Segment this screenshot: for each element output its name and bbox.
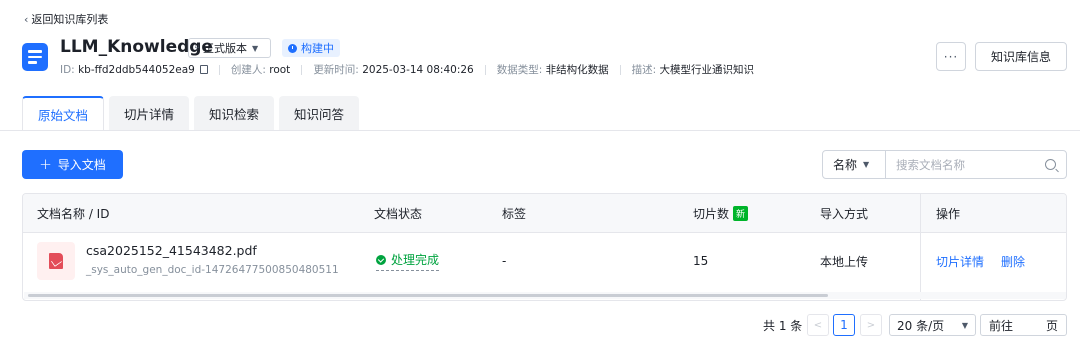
jump-wrap: 前往 页 <box>980 314 1067 336</box>
column-header-status: 文档状态 <box>374 207 423 221</box>
jump-to-page-input[interactable]: 前往 页 <box>980 314 1067 336</box>
back-link-label: 返回知识库列表 <box>31 13 109 26</box>
search-box <box>885 150 1067 179</box>
page-size-wrap: 20 条/页 ▼ <box>889 314 976 336</box>
search-field-select[interactable]: 名称 ▼ <box>822 150 886 179</box>
desc-value: 大模型行业通识知识 <box>659 64 755 76</box>
status-label: 处理完成 <box>391 253 440 267</box>
divider <box>301 64 303 75</box>
updated-label: 更新时间: <box>313 64 359 76</box>
tab-knowledge-search[interactable]: 知识检索 <box>194 96 275 130</box>
clock-icon <box>288 43 297 53</box>
new-badge: 新 <box>733 206 749 221</box>
build-status-label: 构建中 <box>301 42 334 55</box>
column-header-import-method: 导入方式 <box>820 207 869 221</box>
pagination-controls: < 1 > <box>807 314 882 336</box>
divider <box>218 64 220 75</box>
back-to-list-link[interactable]: ‹ 返回知识库列表 <box>24 11 108 27</box>
tab-divider <box>0 130 1080 131</box>
divider <box>484 64 486 75</box>
page-1-button[interactable]: 1 <box>833 314 855 336</box>
column-header-actions: 操作 <box>936 207 961 221</box>
check-circle-icon <box>376 254 386 265</box>
tab-bar: 原始文档 切片详情 知识检索 知识问答 <box>22 96 360 130</box>
slices-header-label: 切片数 <box>693 207 730 221</box>
table-row: csa2025152_41543482.pdf _sys_auto_gen_do… <box>23 233 1066 289</box>
chevron-down-icon: ▼ <box>252 43 259 53</box>
import-method-cell: 本地上传 <box>820 254 869 269</box>
version-select[interactable]: ⑂ 正式版本 ▼ <box>188 38 271 58</box>
pdf-file-icon <box>37 242 75 280</box>
column-header-name: 文档名称 / ID <box>37 207 110 221</box>
total-count: 共 1 条 <box>763 318 803 333</box>
import-document-button[interactable]: + 导入文档 <box>22 150 123 179</box>
datatype-value: 非结构化数据 <box>545 64 609 76</box>
plus-icon: + <box>39 155 52 173</box>
search-icon[interactable] <box>1045 159 1056 170</box>
tab-raw-documents[interactable]: 原始文档 <box>22 96 105 130</box>
chunk-details-link[interactable]: 切片详情 <box>936 233 984 289</box>
delete-link[interactable]: 删除 <box>1001 233 1025 289</box>
status-cell: 处理完成 <box>376 233 440 289</box>
page-size-value: 20 条/页 <box>897 318 945 333</box>
tag-cell: - <box>502 254 507 268</box>
creator-label: 创建人: <box>230 64 266 76</box>
jump-suffix: 页 <box>1045 318 1058 333</box>
documents-table: 文档名称 / ID 文档状态 标签 切片数 新 导入方式 操作 csa20251… <box>22 193 1067 301</box>
chevron-down-icon: ▼ <box>863 160 870 169</box>
updated-value: 2025-03-14 08:40:26 <box>362 63 474 76</box>
next-page-button[interactable]: > <box>860 314 882 336</box>
column-header-slices: 切片数 新 <box>693 194 749 233</box>
jump-prefix: 前往 <box>989 318 1014 333</box>
datatype-label: 数据类型: <box>496 64 543 76</box>
id-label: ID: <box>60 63 75 76</box>
search-field-value: 名称 <box>833 158 858 172</box>
chevron-left-icon: ‹ <box>24 12 29 26</box>
page-size-select[interactable]: 20 条/页 ▼ <box>889 314 976 336</box>
desc-label: 描述: <box>631 64 657 76</box>
prev-page-button[interactable]: < <box>807 314 829 336</box>
kb-meta-row: ID: kb-ffd2ddb544052ea9 创建人: root 更新时间: … <box>60 62 754 77</box>
creator-value: root <box>269 63 291 76</box>
column-header-tags: 标签 <box>502 207 527 221</box>
copy-icon[interactable] <box>199 65 208 74</box>
table-header: 文档名称 / ID 文档状态 标签 切片数 新 导入方式 操作 <box>23 194 1066 233</box>
tab-knowledge-qa[interactable]: 知识问答 <box>279 96 360 130</box>
id-value: kb-ffd2ddb544052ea9 <box>78 63 195 76</box>
divider <box>619 64 621 75</box>
status-badge[interactable]: 处理完成 <box>376 251 440 271</box>
slice-count-cell: 15 <box>693 254 709 268</box>
document-name: csa2025152_41543482.pdf <box>86 243 257 258</box>
scrollbar-thumb[interactable] <box>28 294 828 297</box>
tab-chunk-details[interactable]: 切片详情 <box>109 96 190 130</box>
branch-icon: ⑂ <box>194 42 200 54</box>
version-label: 正式版本 <box>203 42 247 55</box>
import-label: 导入文档 <box>57 158 106 172</box>
search-input[interactable] <box>896 157 1036 172</box>
knowledge-base-icon <box>22 43 48 71</box>
document-id: _sys_auto_gen_doc_id-1472647750085048051… <box>86 264 339 276</box>
build-status-badge: 构建中 <box>282 39 340 57</box>
chevron-down-icon: ▼ <box>961 320 968 330</box>
kb-info-button[interactable]: 知识库信息 <box>975 42 1067 71</box>
more-button[interactable]: ··· <box>936 42 966 71</box>
horizontal-scrollbar[interactable] <box>24 292 1066 299</box>
